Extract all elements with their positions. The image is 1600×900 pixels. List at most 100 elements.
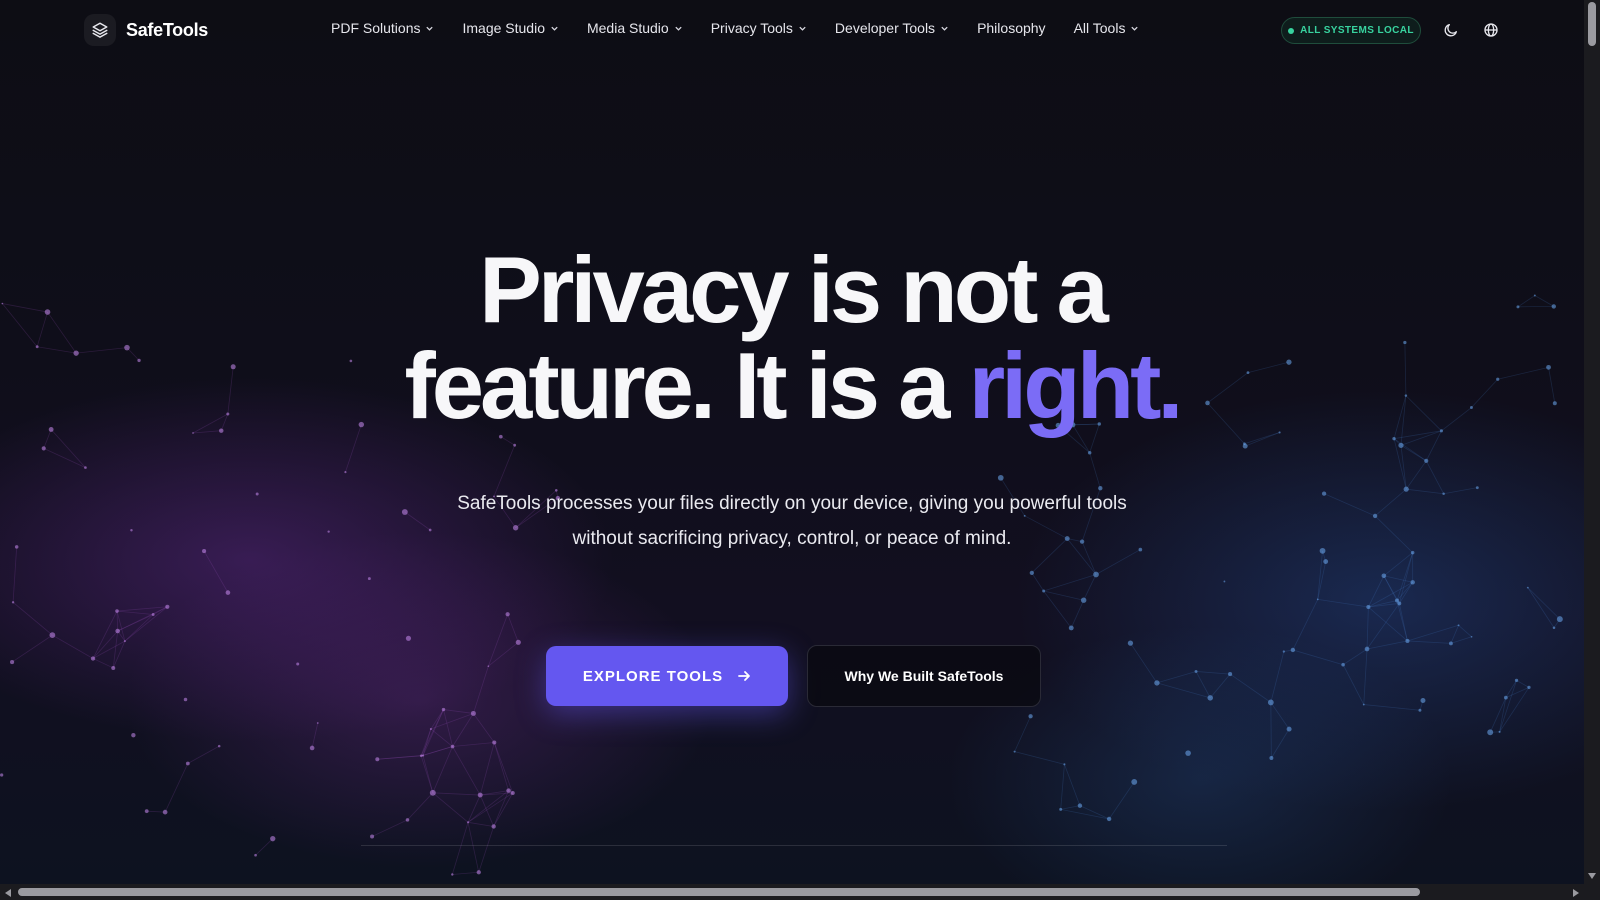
horizontal-scroll-thumb[interactable]: [18, 888, 1420, 896]
particle-dot: [225, 590, 231, 595]
particle-dot: [1552, 626, 1556, 630]
particle-link: [1450, 636, 1472, 644]
particle-link: [11, 634, 53, 663]
particle-dot: [1366, 604, 1371, 610]
chevron-down-icon: [941, 26, 948, 31]
particle-link: [12, 601, 53, 636]
vertical-scroll-thumb[interactable]: [1588, 2, 1596, 46]
particle-dot: [1556, 616, 1563, 623]
particle-link: [432, 792, 481, 796]
nav-item-privacy-tools[interactable]: Privacy Tools: [711, 20, 807, 36]
nav-item-all-tools[interactable]: All Tools: [1074, 20, 1140, 36]
particle-dot: [1106, 816, 1112, 822]
particle-dot: [1364, 646, 1370, 652]
particle-link: [1499, 680, 1517, 733]
particle-dot: [1470, 635, 1473, 638]
particle-dot: [1398, 442, 1404, 448]
particle-link: [1070, 600, 1085, 629]
particle-link: [1398, 582, 1414, 604]
theme-toggle-button[interactable]: [1441, 20, 1461, 40]
particle-link: [1368, 600, 1398, 608]
particle-dot: [296, 662, 300, 666]
particle-dot: [1410, 550, 1415, 555]
particle-link: [1060, 808, 1110, 820]
particle-dot: [344, 471, 347, 474]
main-menu: PDF Solutions Image Studio Media Studio …: [331, 20, 1139, 36]
scroll-left-arrow-icon[interactable]: [4, 888, 12, 898]
particle-link: [1043, 590, 1072, 629]
scroll-right-arrow-icon[interactable]: [1572, 888, 1580, 898]
particle-dot: [1381, 573, 1387, 579]
particle-link: [1516, 680, 1530, 688]
scroll-down-arrow-icon[interactable]: [1587, 872, 1597, 880]
particle-link: [1499, 687, 1530, 733]
brand-logo[interactable]: SafeTools: [84, 14, 208, 46]
language-button[interactable]: [1481, 20, 1501, 40]
nav-item-image-studio[interactable]: Image Studio: [462, 20, 559, 36]
particle-dot: [183, 697, 188, 702]
horizontal-scrollbar[interactable]: [0, 884, 1584, 900]
particle-link: [112, 630, 119, 668]
particle-dot: [1319, 547, 1326, 554]
particle-dot: [492, 740, 497, 745]
particle-dot: [185, 761, 190, 766]
explore-tools-button[interactable]: EXPLORE TOOLS: [546, 646, 788, 706]
particle-dot: [1290, 647, 1296, 653]
particle-link: [1400, 444, 1427, 462]
particle-link: [1383, 575, 1400, 604]
particle-link: [1366, 640, 1408, 650]
particle-link: [430, 713, 474, 730]
particle-link: [1505, 680, 1517, 698]
particle-link: [52, 634, 94, 659]
particle-link: [1130, 642, 1158, 684]
vertical-scrollbar[interactable]: [1584, 0, 1600, 884]
particle-link: [1407, 640, 1451, 644]
particle-dot: [1457, 624, 1460, 627]
particle-dot: [1223, 580, 1226, 583]
particle-link: [467, 822, 480, 873]
scrollbar-corner: [1584, 884, 1600, 900]
particle-link: [377, 755, 424, 760]
headline-accent-word: right.: [968, 333, 1184, 438]
particle-link: [430, 728, 453, 747]
particle-dot: [1228, 672, 1233, 677]
particle-dot: [115, 628, 120, 634]
explore-tools-label: EXPLORE TOOLS: [582, 667, 724, 685]
particle-dot: [111, 665, 116, 670]
particle-link: [420, 709, 444, 756]
particle-link: [1317, 598, 1369, 608]
particle-dot: [1042, 589, 1046, 593]
why-we-built-button[interactable]: Why We Built SafeTools: [807, 645, 1041, 707]
particle-dot: [202, 549, 207, 554]
chevron-down-icon: [426, 26, 434, 31]
nav-item-philosophy[interactable]: Philosophy: [977, 20, 1046, 36]
particle-link: [422, 755, 434, 793]
particle-link: [1283, 649, 1293, 652]
top-navigation: SafeTools PDF Solutions Image Studio Med…: [0, 0, 1584, 60]
particle-dot: [515, 639, 521, 645]
hero-headline: Privacy is not a feature. It is a right.: [0, 242, 1584, 434]
headline-line-1: Privacy is not a: [479, 237, 1109, 342]
particle-dot: [1267, 699, 1274, 706]
nav-item-label: Media Studio: [586, 20, 669, 36]
particle-link: [473, 713, 495, 743]
particle-link: [1043, 574, 1097, 592]
particle-link: [1450, 625, 1459, 644]
particle-link: [493, 792, 514, 827]
particle-link: [1014, 716, 1031, 752]
particle-link: [1419, 700, 1424, 711]
particle-link: [1393, 438, 1402, 446]
particle-link: [493, 742, 514, 794]
particle-dot: [401, 509, 408, 515]
particle-link: [1060, 764, 1065, 810]
particle-dot: [1372, 513, 1378, 519]
particle-link: [473, 666, 489, 714]
particle-dot: [1028, 714, 1033, 719]
nav-item-developer-tools[interactable]: Developer Tools: [835, 20, 949, 36]
particle-link: [1374, 515, 1413, 553]
particle-dot: [1420, 698, 1426, 704]
particle-link: [1366, 603, 1400, 650]
particle-link: [1292, 599, 1319, 651]
nav-item-media-studio[interactable]: Media Studio: [587, 20, 683, 36]
nav-item-pdf-solutions[interactable]: PDF Solutions: [331, 20, 434, 36]
